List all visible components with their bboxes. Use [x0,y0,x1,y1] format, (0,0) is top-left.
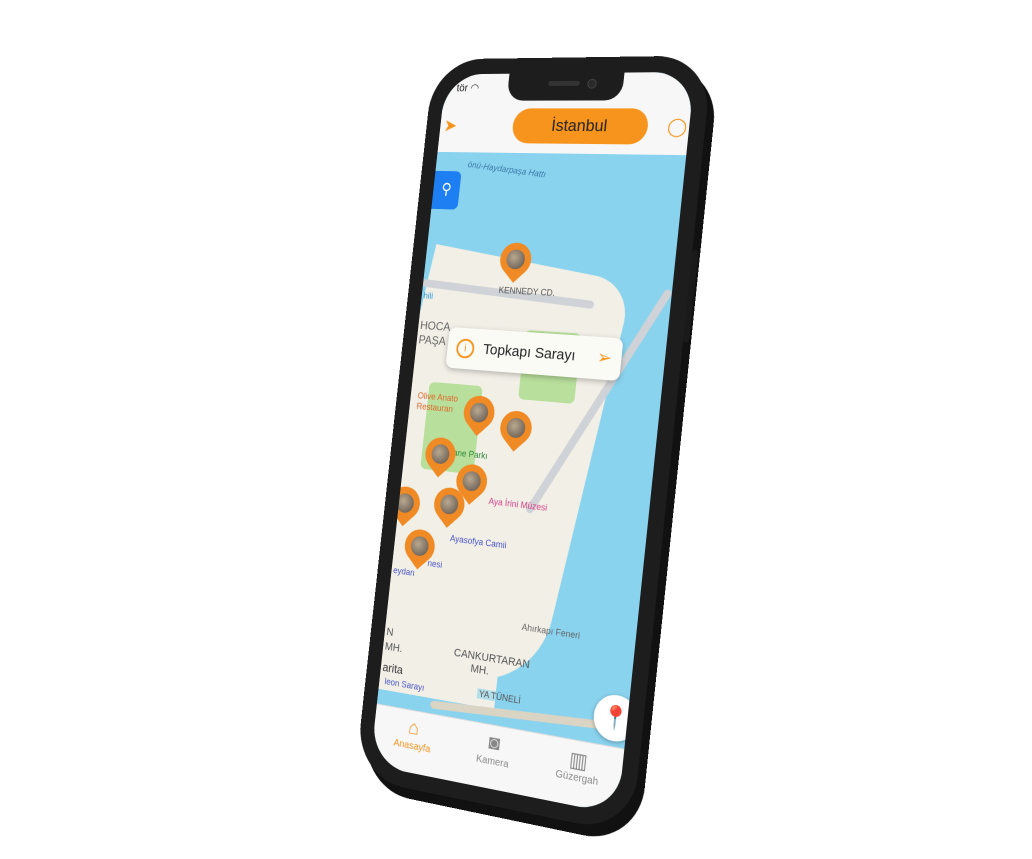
send-icon[interactable]: ➢ [596,347,613,369]
info-icon[interactable]: i [455,338,476,359]
tab-route[interactable]: ▥ Güzergah [531,734,624,815]
tab-home[interactable]: ⌂ Anasayfa [370,704,455,780]
map-label: N [385,626,395,639]
map-pin[interactable] [398,522,441,577]
map-pin[interactable] [493,235,538,288]
status-bar: tör ◠ [456,82,480,95]
side-button [682,249,699,343]
map-label: HOCA [419,318,452,334]
map-pin[interactable] [419,430,462,484]
map-pin[interactable] [428,480,471,535]
map-label: hili [422,290,434,301]
map-pin-icon: 📍 [600,702,631,734]
carrier: tör [456,82,469,95]
map-pin[interactable] [457,389,501,443]
tools-button[interactable]: ⚲ [431,170,462,210]
phone-frame: tör ◠ ➤ İstanbul ◯ ⚲ önü-Haydarpaşa Hatt… [354,55,713,835]
map-view[interactable]: ⚲ önü-Haydarpaşa Hattı KENNEDY CD. hili … [376,151,687,750]
map-pin[interactable] [493,404,539,459]
key-icon: ⚲ [440,181,453,198]
map-label: önü-Haydarpaşa Hattı [466,159,547,180]
navigate-icon[interactable]: ➤ [443,116,458,136]
wifi-icon: ◠ [469,82,480,95]
screen: tör ◠ ➤ İstanbul ◯ ⚲ önü-Haydarpaşa Hatt… [370,71,695,815]
notch [506,72,625,101]
info-icon[interactable]: ◯ [666,116,688,137]
map-pin[interactable] [384,479,426,533]
city-selector[interactable]: İstanbul [510,108,650,145]
callout-title: Topkapı Sarayı [482,341,577,365]
tab-camera[interactable]: ◙ Kamera [449,719,538,797]
route-map-button[interactable]: 📍 [591,691,640,746]
